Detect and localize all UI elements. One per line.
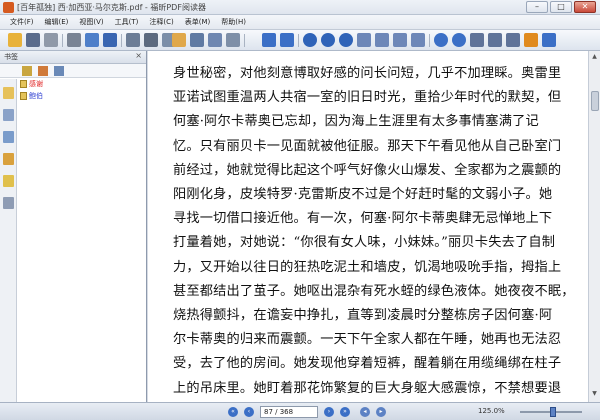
bookmark-panel: 书签 × 感谢 鲍伯 [0,51,147,402]
expand-bookmark-icon[interactable] [22,66,32,76]
scroll-up-icon[interactable]: ▲ [590,53,599,63]
bookmarks-tab-icon[interactable] [3,87,14,99]
menu-bar: 文件(F) 编辑(E) 视图(V) 工具(T) 注释(C) 表单(M) 帮助(H… [0,15,600,30]
text-line: 甚至都结出了茧子。她呕出混杂有死水蛭的绿色液体。她夜夜不眠， [173,283,575,299]
text-line: 亚诺试图重温两人共宿一室的旧日时光，重拾少年时代的默契，但 [173,90,562,106]
screen-icon[interactable] [103,33,117,47]
new-bookmark-icon[interactable] [54,66,64,76]
forward-arrow-icon[interactable] [280,33,294,47]
properties-icon[interactable] [44,33,58,47]
bookmark-item[interactable]: 感谢 [20,79,43,89]
email-icon[interactable] [85,33,99,47]
last-page-icon[interactable]: » [340,407,350,417]
scroll-down-icon[interactable]: ▼ [590,390,599,400]
text-line: 打量着她，对她说：“你很有女人味，小妹妹。”丽贝卡失去了自制 [173,235,556,251]
layout-icon[interactable] [470,33,484,47]
print-icon[interactable] [67,33,81,47]
text-line: 上的吊床里。她盯着那花饰繁复的巨大身躯大感震惊，不禁想要退 [173,380,562,396]
minimize-button[interactable]: – [526,1,548,13]
actual-size-icon[interactable] [393,33,407,47]
help-icon[interactable] [542,33,556,47]
text-line: 寻找一切借口接近他。有一次，何塞·阿尔卡蒂奥肆无忌惮地上下 [173,211,553,227]
hand-tool-icon[interactable] [172,33,186,47]
fit-page-icon[interactable] [357,33,371,47]
menu-comment[interactable]: 注释(C) [149,15,173,29]
zoom-icon[interactable] [339,33,353,47]
scroll-thumb[interactable] [591,91,599,111]
zoom-out-icon[interactable] [321,33,335,47]
attachments-tab-icon[interactable] [3,153,14,165]
camera-icon[interactable] [208,33,222,47]
close-button[interactable]: ✕ [574,1,596,13]
comment-icon[interactable] [524,33,538,47]
signature-tab-icon[interactable] [3,175,14,187]
prev-page-icon[interactable] [434,33,448,47]
text-line: 前经过，她就觉得比起这个呼气好像火山爆发、全家都为之震颤的 [173,162,562,178]
zoom-slider-knob[interactable] [550,407,556,417]
bookmark-item[interactable]: 鲍伯 [20,91,43,101]
bookmark-label: 鲍伯 [29,92,43,100]
text-line: 烧热得颤抖，在谵妄中挣扎，直等到凌晨时分整栋房子因何塞·阿 [173,308,553,324]
status-bar: « ‹ 87 / 368 › » ◂ ▸ 125.0% [0,402,600,420]
zoom-level: 125.0% [478,407,505,415]
layers-tab-icon[interactable] [3,131,14,143]
document-view[interactable]: 身世秘密，对他刻意博取好感的问长问短，几乎不加理睬。奥雷里 亚诺试图重温两人共宿… [148,51,588,402]
next-view-icon[interactable]: ▸ [376,407,386,417]
menu-tools[interactable]: 工具(T) [115,15,139,29]
save-icon[interactable] [26,33,40,47]
text-line: 尔卡蒂奥的归来而震颤。一天下午全家人都在午睡，她再也无法忍 [173,332,562,348]
panel-title: 书签 [4,53,18,61]
app-icon [3,2,14,13]
bookmark-label: 感谢 [29,80,43,88]
rotate-icon[interactable] [411,33,425,47]
comments-tab-icon[interactable] [3,197,14,209]
page-number-input[interactable]: 87 / 368 [260,406,318,418]
menu-form[interactable]: 表单(M) [185,15,211,29]
pages-tab-icon[interactable] [3,109,14,121]
bookmark-icon [20,80,27,88]
next-page-button-icon[interactable]: › [324,407,334,417]
text-select-icon[interactable] [126,33,140,47]
text-line: 力，又开始以往日的狂热吃泥土和墙皮，饥渴地吸吮手指，拇指上 [173,259,562,275]
zoom-slider[interactable] [520,407,582,417]
window-title: [百年孤独] 西·加西亚·马尔克斯.pdf - 福昕PDF阅读器 [17,3,206,12]
zoom-in-icon[interactable] [303,33,317,47]
prev-view-icon[interactable]: ◂ [360,407,370,417]
panel-close-icon[interactable]: × [135,51,142,60]
prev-page-button-icon[interactable]: ‹ [244,407,254,417]
toolbar [0,30,600,51]
menu-help[interactable]: 帮助(H) [221,15,246,29]
highlight-icon[interactable] [506,33,520,47]
maximize-button[interactable]: □ [550,1,572,13]
first-page-icon[interactable]: « [228,407,238,417]
bookmark-tool-icon[interactable] [488,33,502,47]
text-line: 忆。只有丽贝卡一见面就被他征服。那天下午看见他从自己卧室门 [173,138,562,154]
next-page-icon[interactable] [452,33,466,47]
menu-view[interactable]: 视图(V) [79,15,103,29]
fit-width-icon[interactable] [375,33,389,47]
bookmark-icon [20,92,27,100]
text-line: 身世秘密，对他刻意博取好感的问长问短，几乎不加理睬。奥雷里 [173,66,562,81]
page-content: 身世秘密，对他刻意博取好感的问长问短，几乎不加理睬。奥雷里 亚诺试图重温两人共宿… [173,62,578,401]
menu-file[interactable]: 文件(F) [10,15,34,29]
text-line: 何塞·阿尔卡蒂奥已忘却，因为海上生涯里有太多事情塞满了记 [173,114,539,130]
text-line: 阳刚化身，皮埃特罗·克雷斯皮不过是个好赶时髦的文弱小子。她 [173,187,553,203]
panel-tab-strip [0,79,17,402]
vertical-scrollbar[interactable]: ▲ ▼ [588,51,600,402]
delete-bookmark-icon[interactable] [38,66,48,76]
text-line: 受，去了他的房间。她发现他穿着短裤，醒着躺在用缆绳绑在柱子 [173,356,562,372]
back-arrow-icon[interactable] [262,33,276,47]
open-folder-icon[interactable] [8,33,22,47]
menu-edit[interactable]: 编辑(E) [45,15,69,29]
title-bar: [百年孤独] 西·加西亚·马尔克斯.pdf - 福昕PDF阅读器 – □ ✕ [0,0,600,15]
image-icon[interactable] [190,33,204,47]
text-tool-icon[interactable] [144,33,158,47]
window-icon[interactable] [226,33,240,47]
